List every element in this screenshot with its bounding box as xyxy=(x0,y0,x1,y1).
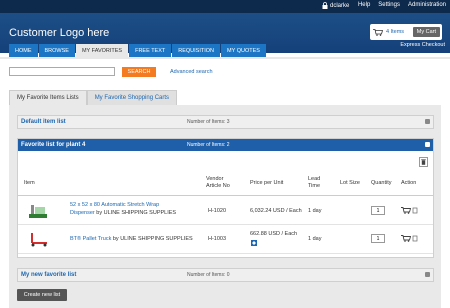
user-info[interactable]: dclarke xyxy=(322,2,349,9)
item-vendor: by ULINE SHIPPING SUPPLIES xyxy=(112,236,193,242)
table-row: BT® Pallet Truck by ULINE SHIPPING SUPPL… xyxy=(18,226,433,254)
table-header: Item Vendor Article No Price per Unit Lea… xyxy=(18,174,433,196)
compare-icon[interactable] xyxy=(412,235,418,242)
list-name: Favorite list for plant 4 xyxy=(21,142,86,148)
price: 6,032.24 USD / Each xyxy=(250,208,302,214)
col-price: Price per Unit xyxy=(250,180,284,186)
help-link[interactable]: Help xyxy=(358,2,370,8)
list-panel-plant-4: Favorite list for plant 4 Number of Item… xyxy=(17,138,434,258)
expand-icon[interactable] xyxy=(425,119,430,124)
article-no: H-1020 xyxy=(208,208,227,214)
list-count: Number of Items: 2 xyxy=(187,142,230,148)
pallet-truck-image[interactable] xyxy=(28,231,48,247)
search-button[interactable]: SEARCH xyxy=(122,67,156,77)
customer-logo[interactable]: Customer Logo here xyxy=(9,27,109,39)
col-lot-size: Lot Size xyxy=(340,180,360,186)
col-vendor-line2: Article No xyxy=(206,183,230,189)
tab-favorite-items-lists[interactable]: My Favorite Items Lists xyxy=(9,90,87,105)
search-input[interactable] xyxy=(9,67,115,76)
item-description: BT® Pallet Truck by ULINE SHIPPING SUPPL… xyxy=(70,236,193,242)
list-count: Number of Items: 0 xyxy=(187,272,230,278)
collapse-icon[interactable] xyxy=(425,142,430,147)
table-row: 52 x 52 x 80 Automatic Stretch Wrap Disp… xyxy=(18,197,433,225)
price-info-icon[interactable] xyxy=(251,240,257,246)
administration-link[interactable]: Administration xyxy=(408,2,446,8)
top-links: Help Settings Administration xyxy=(358,2,446,8)
tab-my-favorites[interactable]: MY FAVORITES xyxy=(75,44,129,57)
expand-icon[interactable] xyxy=(425,272,430,277)
stretch-wrap-image[interactable] xyxy=(28,203,48,219)
col-vendor: Vendor Article No xyxy=(206,176,230,190)
compare-icon[interactable] xyxy=(412,207,418,214)
nav-underline xyxy=(0,57,450,59)
favorites-tabs: My Favorite Items Lists My Favorite Shop… xyxy=(9,90,178,105)
create-new-list-button[interactable]: Create new list xyxy=(17,289,67,301)
lead-time: 1 day xyxy=(308,236,322,242)
settings-link[interactable]: Settings xyxy=(378,2,400,8)
item-description: 52 x 52 x 80 Automatic Stretch Wrap Disp… xyxy=(70,201,200,217)
tab-my-quotes[interactable]: MY QUOTES xyxy=(221,44,266,57)
tab-home[interactable]: HOME xyxy=(9,44,38,57)
list-name: My new favorite list xyxy=(21,272,77,278)
cart-box[interactable]: 4 Items My Cart xyxy=(370,24,442,40)
lead-time: 1 day xyxy=(308,208,322,214)
col-action: Action xyxy=(401,180,417,186)
main-nav: HOME BROWSE MY FAVORITES FREE TEXT REQUI… xyxy=(0,44,266,57)
top-bar: dclarke Help Settings Administration xyxy=(0,0,450,13)
tab-favorite-shopping-carts[interactable]: My Favorite Shopping Carts xyxy=(86,90,178,105)
tab-requisition[interactable]: REQUISITION xyxy=(172,44,221,57)
add-to-cart-icon[interactable] xyxy=(401,207,411,214)
price: 662.88 USD / Each xyxy=(250,231,298,237)
item-link-cont[interactable]: Dispenser xyxy=(70,210,95,216)
list-header[interactable]: Default item list Number of Items: 3 xyxy=(18,116,433,128)
tab-free-text[interactable]: FREE TEXT xyxy=(129,44,172,57)
col-lead-line1: Lead xyxy=(308,176,321,182)
list-name: Default item list xyxy=(21,119,66,125)
item-vendor: by ULINE SHIPPING SUPPLIES xyxy=(96,210,177,216)
quantity-input[interactable] xyxy=(371,234,385,243)
article-no: H-1003 xyxy=(208,236,227,242)
quantity-input[interactable] xyxy=(371,206,385,215)
list-count: Number of Items: 3 xyxy=(187,119,230,125)
row-actions xyxy=(401,207,418,214)
add-to-cart-icon[interactable] xyxy=(401,235,411,242)
col-item: Item xyxy=(24,180,35,186)
trash-icon[interactable] xyxy=(419,157,428,167)
col-vendor-line1: Vendor xyxy=(206,176,224,182)
username: dclarke xyxy=(330,2,350,9)
tab-browse[interactable]: BROWSE xyxy=(38,44,75,57)
my-cart-button[interactable]: My Cart xyxy=(412,27,440,37)
cart-icon xyxy=(373,28,383,36)
list-header[interactable]: My new favorite list Number of Items: 0 xyxy=(18,269,433,281)
item-link[interactable]: BT® Pallet Truck xyxy=(70,236,111,242)
item-link[interactable]: 52 x 52 x 80 Automatic Stretch Wrap xyxy=(70,202,159,208)
lock-icon xyxy=(322,2,328,9)
list-header[interactable]: Favorite list for plant 4 Number of Item… xyxy=(18,139,433,151)
advanced-search-link[interactable]: Advanced search xyxy=(170,69,213,75)
express-checkout-link[interactable]: Express Checkout xyxy=(400,42,445,48)
col-quantity: Quantity xyxy=(371,180,392,186)
list-panel-default: Default item list Number of Items: 3 xyxy=(17,115,434,129)
col-lead-line2: Time xyxy=(308,183,321,189)
cart-items-count[interactable]: 4 Items xyxy=(386,29,404,35)
row-actions xyxy=(401,235,418,242)
list-panel-new: My new favorite list Number of Items: 0 xyxy=(17,268,434,282)
col-lead-time: Lead Time xyxy=(308,176,320,190)
